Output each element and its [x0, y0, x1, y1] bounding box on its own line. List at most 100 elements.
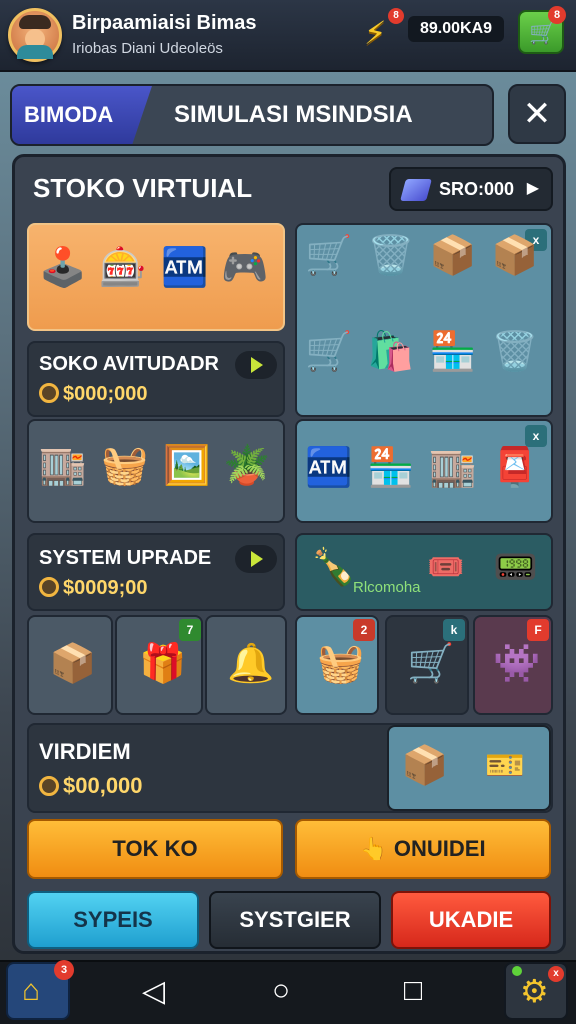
synteis-button[interactable]: SYPEIS — [27, 891, 199, 949]
arcade-box-icon: 👾 — [493, 643, 541, 685]
settings-badge: x — [548, 966, 564, 982]
tool-basket-icon: 🧺 — [101, 445, 149, 487]
play-icon — [251, 357, 263, 373]
goods-box-badge: 7 — [179, 619, 201, 641]
cart-tile[interactable]: k 🛒 — [385, 615, 469, 715]
system-upgrade-section[interactable]: SYSTEM UPRADE $0009;00 — [27, 533, 285, 611]
game-subtitle: Iriobas Diani Udeoleös — [72, 40, 223, 57]
promo-label: Rlcomoha — [353, 579, 421, 596]
player-avatar[interactable] — [8, 8, 62, 62]
systeier-button[interactable]: SYSTGIER — [209, 891, 381, 949]
store-panel: STOKO VIRTUIAL SRO:000 ▶ 🕹️ 🎰 🏧 🎮 x 🛒 🗑️… — [12, 154, 566, 954]
mode-tag[interactable]: BIMODA — [12, 86, 152, 144]
ukadie-button[interactable]: UKADIE — [391, 891, 551, 949]
viridiem-title: VIRDIEM — [39, 739, 131, 764]
coin-icon — [39, 776, 59, 796]
slot-machine-icon: 🎰 — [99, 247, 147, 289]
stock-section[interactable]: SOKO AVITUDADR $000;000 — [27, 341, 285, 417]
market-stall-icon: 🏪 — [429, 331, 477, 373]
coin-icon — [39, 383, 59, 403]
arcade-card[interactable]: 🕹️ 🎰 🏧 🎮 — [27, 223, 285, 331]
play-icon — [251, 551, 263, 567]
shopping-cart-icon: 🛒 — [305, 235, 353, 277]
promo-card[interactable]: 🍾 Rlcomoha 🎟️ 📟 — [295, 533, 553, 611]
bottle-box-icon: 📦 — [401, 745, 449, 787]
mailbox-icon: 📮 — [491, 447, 539, 489]
vending-machine-icon: 🏧 — [161, 247, 209, 289]
system-play-button[interactable] — [235, 545, 277, 573]
recent-apps-icon[interactable]: □ — [404, 974, 422, 1008]
avatar-hair — [19, 15, 51, 29]
ticket-icon: 🎟️ — [427, 551, 465, 584]
close-button[interactable]: ✕ — [508, 84, 566, 144]
tokko-button[interactable]: TOK KO — [27, 819, 283, 879]
close-icon: ✕ — [522, 95, 552, 133]
arcade-tile[interactable]: F 👾 — [473, 615, 553, 715]
avatar-shirt — [17, 45, 53, 59]
mode-title: SIMULASI MSINDSIA — [174, 101, 413, 128]
red-device-icon: 📟 — [493, 546, 538, 587]
back-icon[interactable]: ◁ — [142, 974, 165, 1009]
arcade-tile-badge: F — [527, 619, 549, 641]
currency-display: 89.00KA9 — [408, 16, 504, 42]
home-button[interactable]: ⌂ 3 — [6, 960, 74, 1020]
chevron-right-icon: ▶ — [526, 180, 539, 197]
money-pill[interactable]: SRO:000 ▶ — [389, 167, 553, 211]
home-badge: 3 — [54, 960, 74, 980]
blue-stand-icon: 🏬 — [429, 447, 477, 489]
gear-icon: ⚙ — [520, 973, 549, 1009]
trash-can-icon: 🗑️ — [491, 331, 539, 373]
home-circle-icon[interactable]: ○ — [272, 974, 290, 1008]
basket-badge: 2 — [353, 619, 375, 641]
cardboard-box-icon: 📦 — [491, 235, 539, 277]
buzzer-box-icon: 🔔 — [227, 643, 275, 685]
poster-icon: 🖼️ — [163, 445, 211, 487]
stock-price: $000;000 — [39, 383, 148, 406]
supplies-grid-card[interactable]: x 🛒 🗑️ 📦 📦 🛒 🛍️ 🏪 🗑️ — [295, 223, 553, 417]
cart-badge: 8 — [548, 6, 566, 24]
online-button[interactable]: 👆 ONUIDEI — [295, 819, 551, 879]
system-price-value: $0009;00 — [63, 577, 148, 599]
coin-icon — [39, 577, 59, 597]
arcade-machine-icon: 🕹️ — [39, 247, 87, 289]
machines-card[interactable]: x 🏧 🏪 🏬 📮 — [295, 419, 553, 523]
stall-items-card[interactable]: 🏬 🧺 🖼️ 🪴 — [27, 419, 285, 523]
energy-button[interactable]: ⚡ 8 — [364, 8, 404, 52]
top-bar: Birpaamiaisi Bimas Iriobas Diani Udeoleö… — [0, 0, 576, 72]
stock-title: SOKO AVITUDADR — [39, 353, 219, 375]
pointer-icon: 👆 — [360, 836, 388, 861]
box-tile[interactable]: 📦 — [27, 615, 113, 715]
energy-badge: 8 — [388, 8, 404, 24]
green-bag-icon: 🛍️ — [367, 331, 415, 373]
viridiem-price: $00,000 — [39, 773, 143, 799]
shop-stall-icon: 🏬 — [39, 445, 87, 487]
shop-cart-button[interactable]: 🛒 8 — [518, 6, 566, 54]
cart-with-goods-icon: 🛒 — [305, 331, 353, 373]
goods-box-tile[interactable]: 7 🎁 — [115, 615, 203, 715]
button-box-tile[interactable]: 🔔 — [205, 615, 287, 715]
game-cabinet-icon: 🎮 — [221, 247, 269, 289]
cart-tile-badge: k — [443, 619, 465, 641]
viridiem-preview: 📦 🎫 — [387, 725, 551, 811]
settings-button[interactable]: ⚙ x — [504, 962, 568, 1020]
viridiem-section[interactable]: VIRDIEM $00,000 📦 🎫 — [27, 723, 553, 813]
kiosk-icon: 🏪 — [367, 447, 415, 489]
cart-icon: 🛒 — [529, 20, 557, 45]
plant-box-icon: 🪴 — [223, 445, 271, 487]
viridiem-price-value: $00,000 — [63, 773, 143, 798]
system-price: $0009;00 — [39, 577, 148, 600]
stock-play-button[interactable] — [235, 351, 277, 379]
bottle-icon: 🍾 — [311, 546, 356, 587]
panel-title: STOKO VIRTUIAL — [33, 173, 253, 203]
green-bin-icon: 🗑️ — [367, 235, 415, 277]
gem-icon — [400, 179, 432, 201]
purple-box-icon: 📦 — [429, 235, 477, 277]
basket-tile[interactable]: 2 🧺 — [295, 615, 379, 715]
online-button-label: ONUIDEI — [393, 836, 486, 861]
bottom-nav: ⌂ 3 ◁ ○ □ ⚙ x — [0, 960, 576, 1024]
money-value: SRO:000 — [439, 179, 515, 199]
wire-cart-icon: 🛒 — [407, 643, 455, 685]
system-title: SYSTEM UPRADE — [39, 547, 212, 569]
stock-price-value: $000;000 — [63, 383, 148, 405]
voucher-icon: 🎫 — [485, 747, 525, 783]
